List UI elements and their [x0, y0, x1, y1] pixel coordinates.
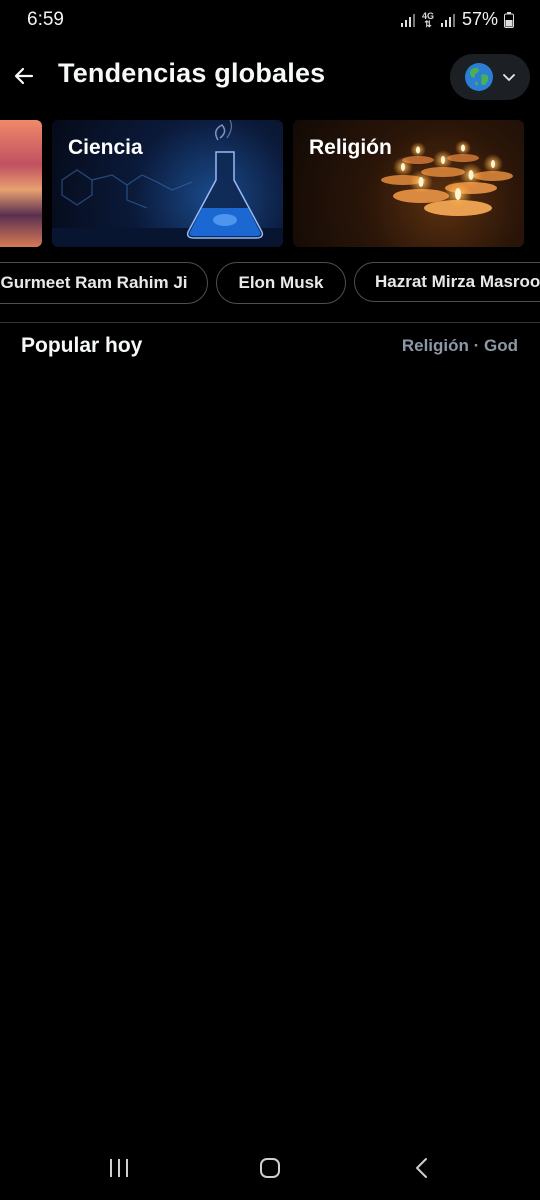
- back-chevron-icon: [416, 1158, 427, 1178]
- header: Tendencias globales: [0, 48, 540, 108]
- trending-pills: Gurmeet Ram Rahim Ji Elon Musk Hazrat Mi…: [0, 262, 540, 304]
- data-arrows-icon: ⇅: [424, 18, 432, 29]
- system-back-button[interactable]: [398, 1150, 446, 1186]
- signal-icon: [400, 13, 415, 27]
- chevron-down-icon: [503, 74, 515, 81]
- status-icons: 4G ⇅ 57%: [400, 9, 514, 30]
- section-title: Popular hoy: [21, 334, 143, 357]
- home-button[interactable]: [246, 1150, 294, 1186]
- trend-pill[interactable]: Hazrat Mirza Masroor: [354, 262, 540, 302]
- battery-icon: [504, 11, 514, 28]
- network-type: 4G ⇅: [421, 10, 434, 29]
- battery-percent: 57%: [461, 9, 498, 29]
- category-card-ciencia[interactable]: Ciencia: [52, 120, 283, 247]
- status-bar: 6:59 4G ⇅ 57%: [0, 0, 540, 40]
- category-card-religion[interactable]: Religión: [293, 120, 524, 247]
- system-nav-bar: [0, 1140, 540, 1200]
- signal-icon-2: [440, 13, 455, 27]
- category-carousel[interactable]: Ciencia Religión: [0, 120, 540, 248]
- trend-pill[interactable]: Elon Musk: [216, 262, 346, 304]
- status-time: 6:59: [27, 9, 64, 30]
- home-icon: [260, 1158, 280, 1178]
- page-title: Tendencias globales: [58, 58, 326, 88]
- arrow-left-icon: [14, 67, 34, 85]
- back-button[interactable]: [8, 60, 40, 92]
- region-selector-button[interactable]: [450, 54, 530, 100]
- category-card-label: Religión: [309, 136, 392, 159]
- trend-pill[interactable]: Gurmeet Ram Rahim Ji: [0, 262, 208, 304]
- recents-button[interactable]: [95, 1150, 143, 1186]
- globe-icon: [465, 63, 493, 91]
- section-meta[interactable]: Religión · God: [402, 336, 518, 356]
- category-card-sunset[interactable]: [0, 120, 42, 247]
- recents-icon: [110, 1159, 128, 1177]
- divider: [0, 322, 540, 323]
- category-card-label: Ciencia: [68, 136, 143, 159]
